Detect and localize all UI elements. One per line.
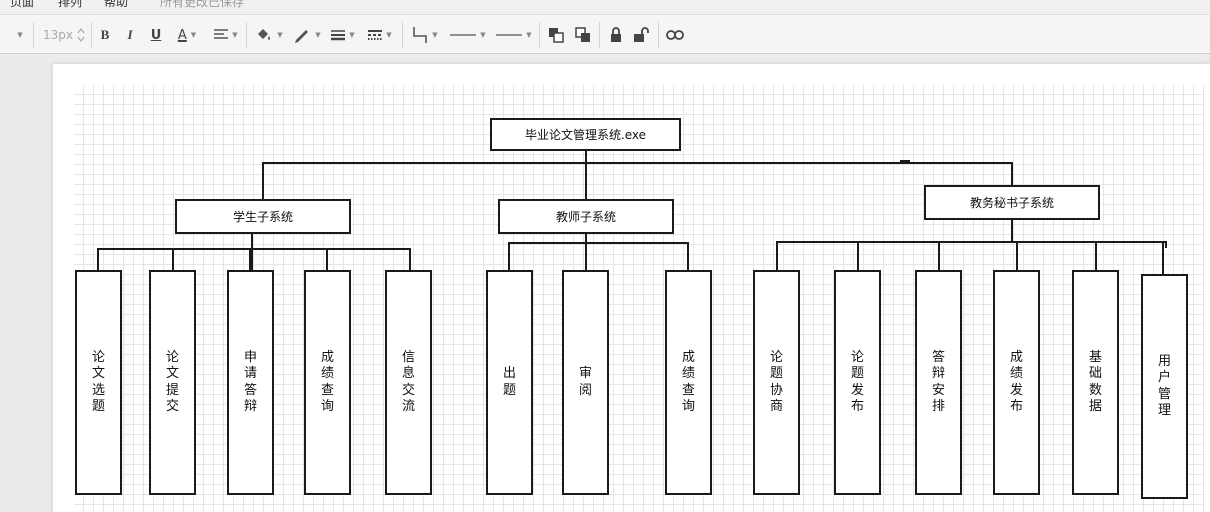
- align-left-icon: [214, 29, 229, 39]
- line-end-icon: [496, 34, 523, 36]
- paint-bucket-icon: [258, 29, 271, 40]
- module-review[interactable]: 审阅: [562, 270, 609, 495]
- module-label: 用户管理: [1157, 353, 1171, 419]
- line-start-button[interactable]: ▼: [447, 15, 489, 55]
- chevron-down-icon: ▼: [277, 31, 283, 39]
- text-align-button[interactable]: ▼: [210, 15, 242, 55]
- toolbar-divider: [599, 22, 600, 48]
- menu-item-arrange[interactable]: 排列: [58, 0, 82, 10]
- format-toolbar: ▼ 13px B I U A ▼ ▼ ▼ ▼ ▼ ▼ ▼ ▼ ▼: [0, 14, 1210, 54]
- root-node[interactable]: 毕业论文管理系统.exe: [490, 118, 681, 151]
- chevron-down-icon: ▼: [17, 31, 23, 39]
- save-status: 所有更改已保存: [160, 0, 245, 9]
- module-label: 信息交流: [401, 349, 415, 415]
- unlock-icon: [634, 27, 649, 42]
- send-to-back-button[interactable]: [572, 15, 594, 55]
- toolbar-divider: [33, 22, 34, 48]
- toolbar-divider: [539, 22, 540, 48]
- link-icon: [666, 30, 684, 40]
- module-defense-application[interactable]: 申请答辩: [227, 270, 274, 495]
- stepper-arrows-icon: [77, 28, 85, 42]
- line-start-icon: [450, 34, 477, 36]
- subsystem-secretary[interactable]: 教务秘书子系统: [924, 185, 1100, 220]
- menu-bar: 页面 排列 帮助 所有更改已保存: [0, 0, 1210, 14]
- module-label: 答辩安排: [931, 349, 945, 415]
- bold-button[interactable]: B: [95, 15, 115, 55]
- module-label: 论题发布: [850, 349, 864, 415]
- font-family-dropdown[interactable]: ▼: [8, 15, 28, 55]
- module-grade-query-teacher[interactable]: 成绩查询: [665, 270, 712, 495]
- font-size-stepper[interactable]: 13px: [40, 15, 88, 55]
- module-topic-negotiation[interactable]: 论题协商: [753, 270, 800, 495]
- chevron-down-icon: ▼: [349, 31, 355, 39]
- module-label: 成绩查询: [681, 349, 695, 415]
- line-color-button[interactable]: ▼: [290, 15, 324, 55]
- module-label: 论文选题: [91, 349, 105, 415]
- toolbar-divider: [246, 22, 247, 48]
- menu-item-page[interactable]: 页面: [10, 0, 34, 10]
- lock-button[interactable]: [606, 15, 626, 55]
- module-label: 成绩查询: [320, 349, 334, 415]
- font-color-button[interactable]: A ▼: [172, 15, 202, 55]
- chevron-down-icon: ▼: [232, 31, 238, 39]
- toolbar-divider: [658, 22, 659, 48]
- unlock-button[interactable]: [631, 15, 651, 55]
- line-width-icon: [331, 30, 346, 41]
- toolbar-divider: [402, 22, 403, 48]
- toolbar-divider: [91, 22, 92, 48]
- pencil-icon: [295, 30, 309, 43]
- lock-icon: [611, 27, 621, 42]
- module-grade-query-student[interactable]: 成绩查询: [304, 270, 351, 495]
- subsystem-teacher[interactable]: 教师子系统: [498, 199, 674, 234]
- module-user-management[interactable]: 用户管理: [1141, 274, 1188, 499]
- subsystem-student[interactable]: 学生子系统: [175, 199, 351, 234]
- font-size-value: 13px: [43, 28, 73, 42]
- module-label: 论文提交: [165, 349, 179, 415]
- module-set-topics[interactable]: 出题: [486, 270, 533, 495]
- link-button[interactable]: [664, 15, 686, 55]
- module-thesis-selection[interactable]: 论文选题: [75, 270, 122, 495]
- chevron-down-icon: ▼: [480, 31, 486, 39]
- module-grade-publishing[interactable]: 成绩发布: [993, 270, 1040, 495]
- send-to-back-icon: [575, 27, 590, 42]
- connector-style-button[interactable]: ▼: [408, 15, 442, 55]
- module-label: 出题: [502, 366, 516, 398]
- chevron-down-icon: ▼: [315, 31, 321, 39]
- module-label: 审阅: [578, 366, 592, 398]
- bring-to-front-button[interactable]: [545, 15, 567, 55]
- menu-item-help[interactable]: 帮助: [104, 0, 128, 10]
- module-thesis-submission[interactable]: 论文提交: [149, 270, 196, 495]
- italic-button[interactable]: I: [120, 15, 140, 55]
- module-label: 成绩发布: [1009, 349, 1023, 415]
- module-basic-data[interactable]: 基础数据: [1072, 270, 1119, 495]
- bring-to-front-icon: [549, 28, 564, 43]
- dashed-line-icon: [368, 30, 383, 40]
- elbow-connector-icon: [413, 27, 428, 43]
- chevron-down-icon: ▼: [432, 31, 438, 39]
- module-message-exchange[interactable]: 信息交流: [385, 270, 432, 495]
- line-end-button[interactable]: ▼: [493, 15, 535, 55]
- module-topic-publishing[interactable]: 论题发布: [834, 270, 881, 495]
- chevron-down-icon: ▼: [386, 31, 392, 39]
- underline-button[interactable]: U: [146, 15, 166, 55]
- module-label: 论题协商: [769, 349, 783, 415]
- module-label: 申请答辩: [243, 349, 257, 415]
- module-label: 基础数据: [1088, 349, 1102, 415]
- line-width-button[interactable]: ▼: [328, 15, 358, 55]
- chevron-down-icon: ▼: [526, 31, 532, 39]
- chevron-down-icon: ▼: [190, 31, 197, 39]
- module-defense-scheduling[interactable]: 答辩安排: [915, 270, 962, 495]
- line-style-button[interactable]: ▼: [365, 15, 395, 55]
- font-color-icon: A: [177, 27, 187, 43]
- fill-color-button[interactable]: ▼: [252, 15, 286, 55]
